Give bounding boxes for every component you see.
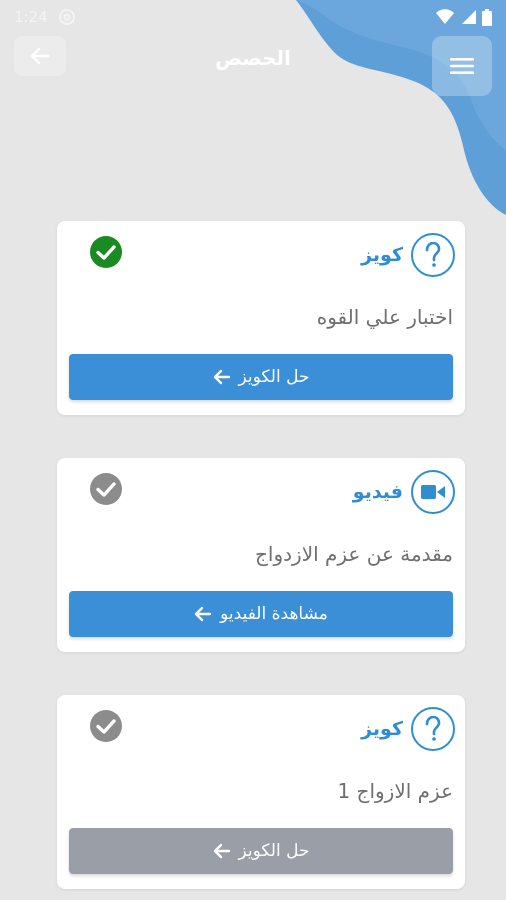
lesson-header: كويز: [361, 233, 455, 277]
lesson-type-label: كويز: [361, 718, 403, 740]
pending-check-icon: [90, 710, 122, 742]
lesson-title: عزم الازواج 1: [337, 779, 453, 803]
question-icon: [411, 707, 455, 751]
arrow-left-icon: [213, 843, 230, 859]
lesson-card: فيديو مقدمة عن عزم الازدواج مشاهدة الفيد…: [57, 458, 465, 652]
signal-icon: [462, 10, 476, 24]
button-label: مشاهدة الفيديو: [220, 604, 328, 624]
page-title: الحصص: [215, 46, 291, 70]
lesson-type-label: كويز: [361, 244, 403, 266]
wifi-icon: [436, 9, 454, 24]
button-label: حل الكويز: [238, 841, 310, 861]
solve-quiz-button[interactable]: حل الكويز: [69, 354, 453, 400]
at-sign-icon: [58, 9, 75, 25]
lesson-title: اختبار علي القوه: [316, 305, 453, 329]
lesson-card: كويز اختبار علي القوه حل الكويز: [57, 221, 465, 415]
video-icon: [411, 470, 455, 514]
status-bar: 1:24: [0, 0, 506, 34]
question-icon: [411, 233, 455, 277]
lesson-card: كويز عزم الازواج 1 حل الكويز: [57, 695, 465, 889]
arrow-left-icon: [213, 369, 230, 385]
menu-button[interactable]: [432, 36, 492, 96]
battery-icon: [482, 8, 492, 26]
lesson-header: كويز: [361, 707, 455, 751]
app-bar: الحصص: [0, 34, 506, 98]
lesson-type-label: فيديو: [352, 481, 403, 503]
watch-video-button[interactable]: مشاهدة الفيديو: [69, 591, 453, 637]
completed-check-icon: [90, 236, 122, 268]
lesson-header: فيديو: [353, 470, 455, 514]
menu-icon: [450, 58, 474, 74]
solve-quiz-button-disabled[interactable]: حل الكويز: [69, 828, 453, 874]
lesson-title: مقدمة عن عزم الازدواج: [255, 542, 453, 566]
button-label: حل الكويز: [238, 367, 310, 387]
pending-check-icon: [90, 473, 122, 505]
arrow-left-icon: [194, 606, 212, 622]
status-time: 1:24: [14, 8, 48, 26]
